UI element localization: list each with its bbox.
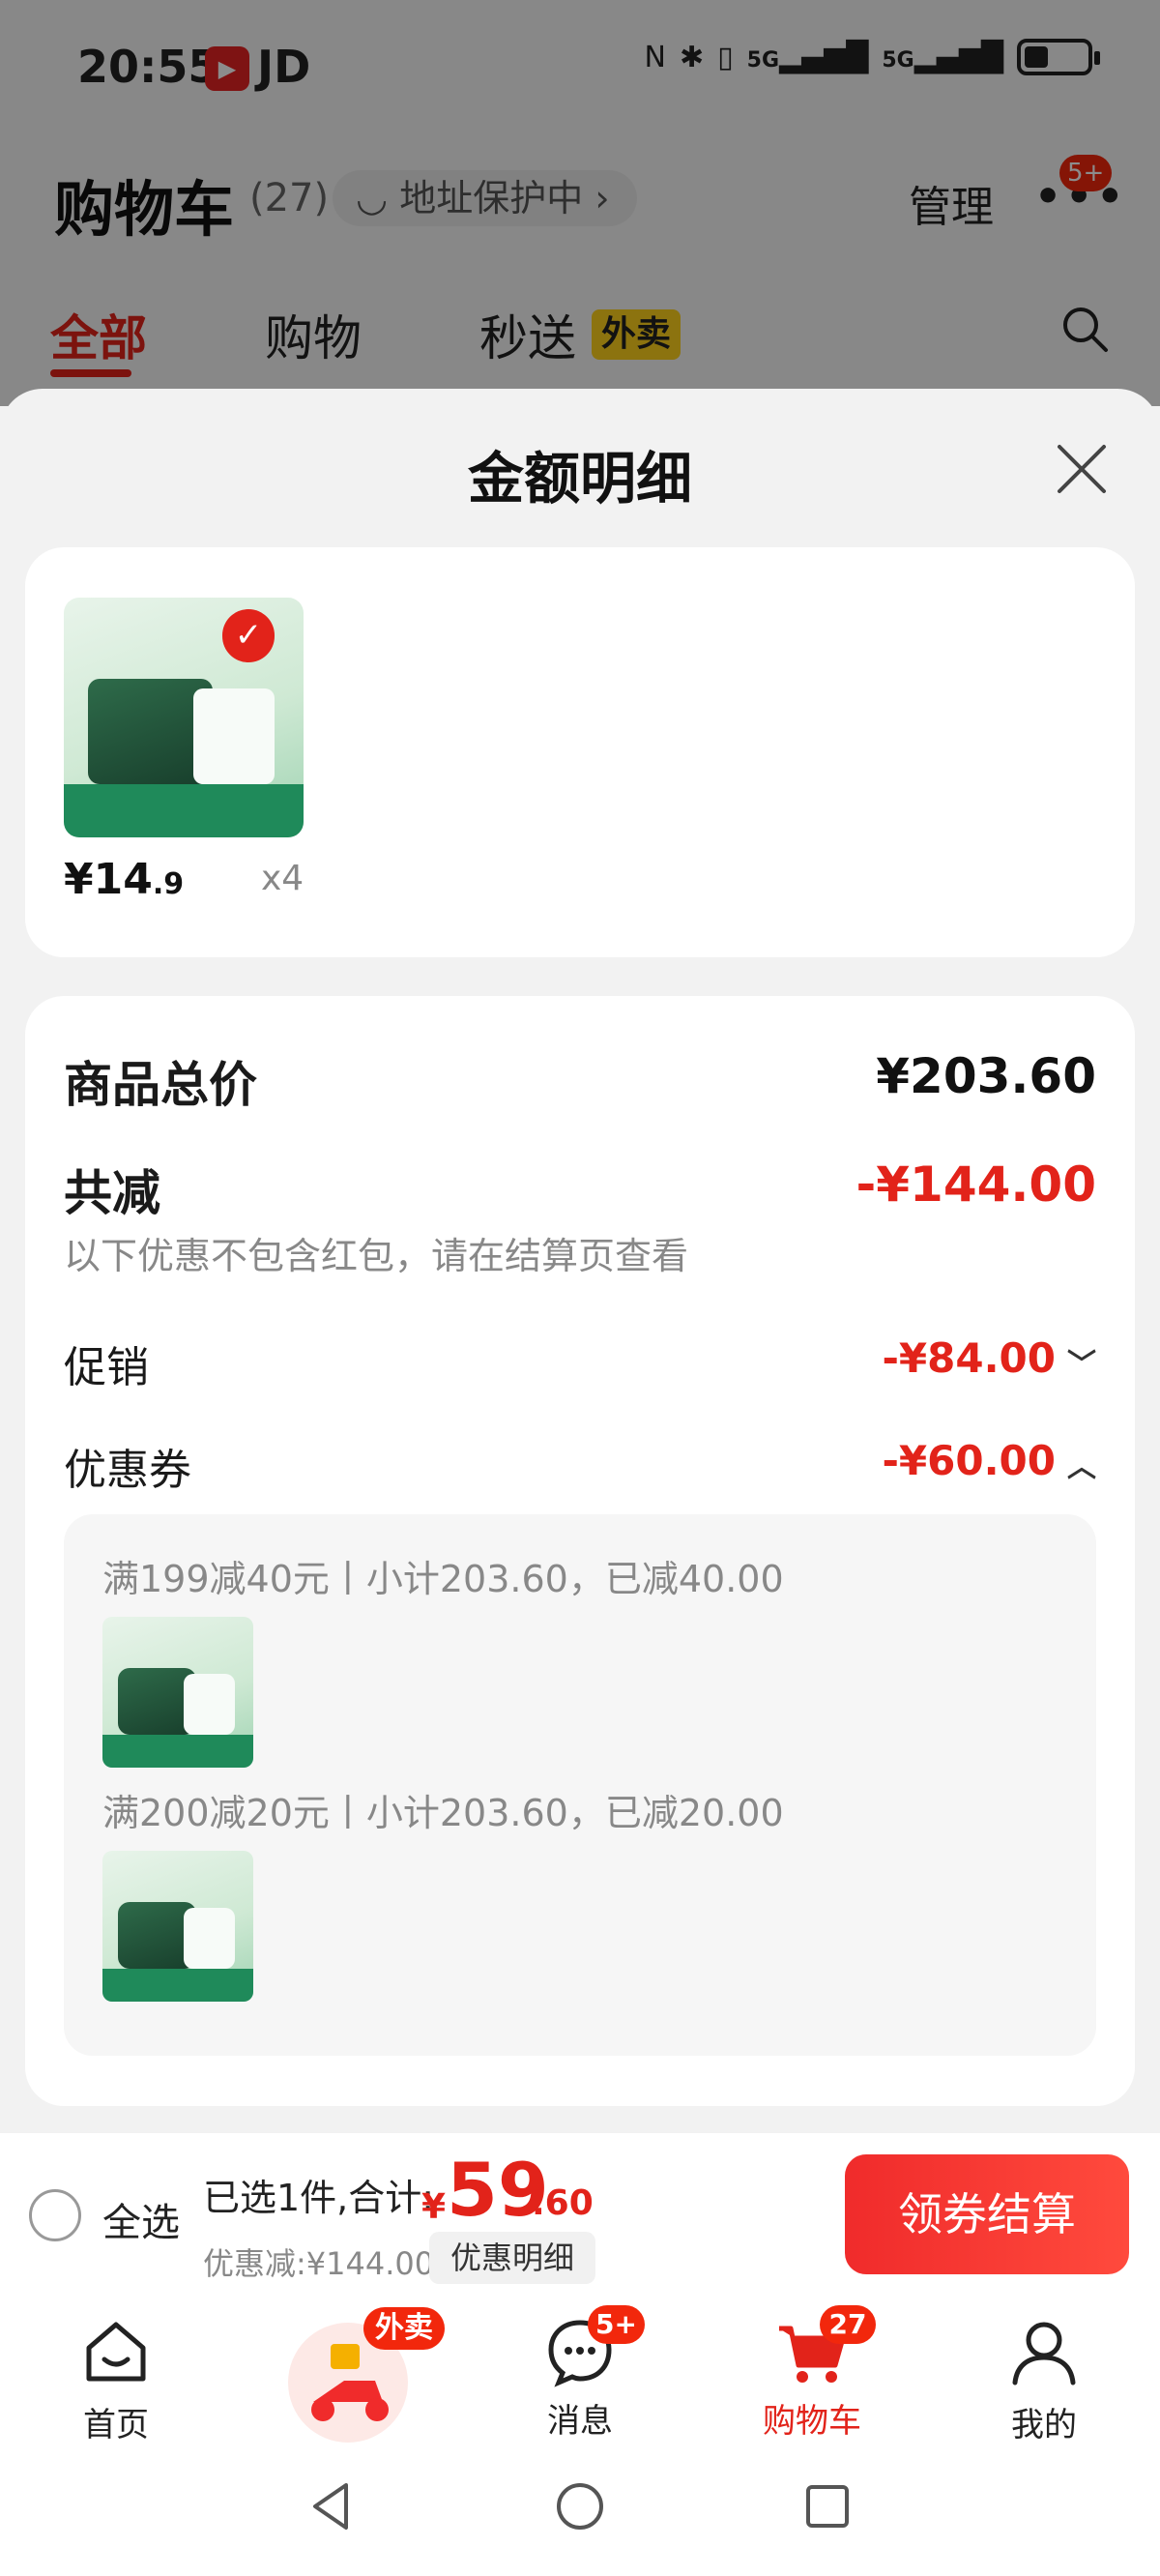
promo-label: 促销 bbox=[64, 1343, 149, 1392]
discount-text: 优惠减:¥144.00 bbox=[203, 2245, 435, 2282]
coupon-detail-box: 满199减40元丨小计203.60，已减40.00 满200减20元丨小计203… bbox=[64, 1514, 1096, 2056]
amount-detail-sheet: 金额明细 ✓ ¥14.9 x4 商品总价 ¥203.60 共减 -¥144.00… bbox=[0, 389, 1160, 2129]
total-label: 商品总价 bbox=[64, 1057, 257, 1113]
coupon-line: 满199减40元丨小计203.60，已减40.00 bbox=[102, 1558, 784, 1600]
messages-badge: 5+ bbox=[588, 2305, 645, 2344]
chevron-up-icon: ︿ bbox=[1067, 1449, 1096, 1484]
bottom-nav: 首页 外卖 5+ 消息 27 购物车 我的 bbox=[0, 2298, 1160, 2445]
coupon-product-image[interactable] bbox=[102, 1851, 253, 2002]
system-nav-bar bbox=[0, 2443, 1160, 2576]
promo-value: -¥84.00 bbox=[882, 1334, 1056, 1382]
reduce-label: 共减 bbox=[64, 1165, 160, 1221]
coupon-product-image[interactable] bbox=[102, 1617, 253, 1768]
modal-overlay[interactable] bbox=[0, 0, 1160, 406]
reduce-value: -¥144.00 bbox=[856, 1156, 1097, 1213]
nav-messages[interactable]: 5+ 消息 bbox=[483, 2305, 677, 2442]
product-quantity: x4 bbox=[261, 859, 304, 898]
select-all-checkbox[interactable] bbox=[29, 2189, 81, 2241]
close-icon[interactable] bbox=[1050, 437, 1114, 501]
promo-row-toggle[interactable]: -¥84.00 ﹀ bbox=[882, 1334, 1096, 1383]
coupon-value: -¥60.00 bbox=[882, 1437, 1056, 1484]
home-circle-icon[interactable] bbox=[551, 2477, 609, 2535]
reduce-note: 以下优惠不包含红包，请在结算页查看 bbox=[64, 1235, 689, 1277]
coupon-label: 优惠券 bbox=[64, 1446, 191, 1495]
discount-detail-button[interactable]: 优惠明细 bbox=[429, 2232, 596, 2284]
chevron-down-icon: ﹀ bbox=[1067, 1347, 1096, 1382]
cart-badge: 27 bbox=[820, 2305, 876, 2344]
coupon-row-toggle[interactable]: -¥60.00 ︿ bbox=[882, 1437, 1096, 1485]
selected-summary: 已选1件,合计: bbox=[203, 2177, 435, 2219]
nav-mine-label: 我的 bbox=[1011, 2406, 1077, 2444]
nav-home-label: 首页 bbox=[83, 2406, 149, 2444]
select-all-label[interactable]: 全选 bbox=[102, 2191, 180, 2247]
product-image[interactable]: ✓ bbox=[64, 598, 304, 837]
nav-cart[interactable]: 27 购物车 bbox=[715, 2305, 909, 2442]
back-icon[interactable] bbox=[304, 2477, 362, 2535]
home-icon bbox=[86, 2322, 146, 2382]
nav-cart-label: 购物车 bbox=[763, 2402, 861, 2441]
checkmark-icon: ✓ bbox=[221, 609, 276, 662]
sheet-title: 金额明细 bbox=[467, 446, 692, 512]
total-value: ¥203.60 bbox=[876, 1048, 1096, 1104]
checkout-button[interactable]: 领券结算 bbox=[845, 2154, 1129, 2274]
user-icon bbox=[1012, 2322, 1076, 2386]
recents-icon[interactable] bbox=[798, 2477, 856, 2535]
nav-mine[interactable]: 我的 bbox=[947, 2315, 1141, 2445]
nav-messages-label: 消息 bbox=[547, 2402, 613, 2441]
waimai-nav-badge: 外卖 bbox=[363, 2307, 445, 2350]
checkout-bar: 全选 已选1件,合计: ¥ 59 .60 优惠减:¥144.00 优惠明细 领券… bbox=[0, 2133, 1160, 2298]
product-price: ¥14.9 bbox=[64, 855, 185, 904]
nav-home[interactable]: 首页 bbox=[19, 2315, 213, 2445]
coupon-line: 满200减20元丨小计203.60，已减20.00 bbox=[102, 1792, 784, 1834]
price-summary-card: 商品总价 ¥203.60 共减 -¥144.00 以下优惠不包含红包，请在结算页… bbox=[25, 996, 1135, 2106]
total-amount-dec: .60 bbox=[532, 2183, 594, 2223]
product-card: ✓ ¥14.9 x4 bbox=[25, 547, 1135, 957]
total-currency: ¥ bbox=[421, 2187, 447, 2227]
